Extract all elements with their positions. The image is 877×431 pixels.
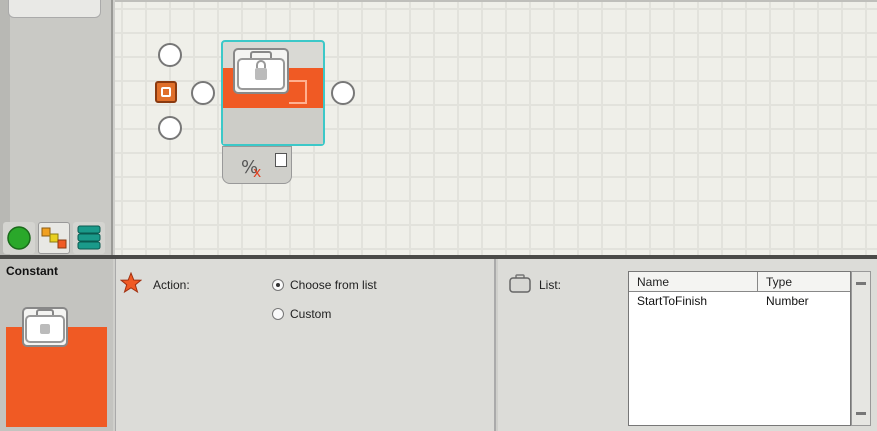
column-header-type[interactable]: Type	[758, 272, 850, 292]
constant-block[interactable]	[221, 40, 325, 146]
blocks-icon	[41, 227, 67, 249]
svg-text:x: x	[253, 165, 261, 179]
row-name-cell: StartToFinish	[637, 294, 708, 308]
percent-x-icon: % x	[241, 157, 261, 179]
tab-custom-palette[interactable]	[73, 222, 105, 254]
palette-divider	[0, 0, 10, 258]
sequence-plug-top[interactable]	[158, 43, 182, 67]
choose-from-list-radio[interactable]	[272, 279, 284, 291]
start-point[interactable]	[155, 81, 177, 103]
green-circle-icon	[7, 226, 31, 250]
palette-tabs	[3, 222, 111, 254]
briefcase-icon	[22, 307, 68, 347]
custom-radio[interactable]	[272, 308, 284, 320]
start-point-icon	[161, 87, 171, 97]
briefcase-icon	[233, 48, 289, 94]
output-plug[interactable]	[275, 153, 287, 167]
action-star-icon	[120, 272, 142, 294]
custom-label[interactable]: Custom	[290, 307, 331, 321]
sequence-plug-bottom[interactable]	[158, 116, 182, 140]
block-palette	[0, 0, 113, 258]
row-type-cell: Number	[766, 294, 809, 308]
choose-from-list-label[interactable]: Choose from list	[290, 278, 377, 292]
palette-block-item[interactable]	[8, 0, 101, 18]
sequence-beam-in[interactable]	[191, 81, 215, 105]
nxt-program-window: % x Constant Action: Choose from list Cu…	[0, 0, 877, 431]
stack-icon	[77, 225, 101, 250]
briefcase-icon	[509, 274, 531, 293]
block-lower-panel	[223, 108, 323, 144]
tab-common-palette[interactable]	[3, 222, 35, 254]
scroll-up-icon[interactable]: ▬	[854, 276, 868, 290]
list-label: List:	[539, 278, 562, 292]
block-notch	[289, 80, 307, 104]
constants-list-table[interactable]: Name Type StartToFinish Number	[628, 271, 851, 426]
action-label: Action:	[153, 278, 190, 292]
scroll-down-icon[interactable]: ▬	[854, 406, 868, 420]
data-hub[interactable]: % x	[222, 146, 292, 184]
tab-complete-palette[interactable]	[38, 222, 70, 254]
config-block-title: Constant	[6, 264, 58, 278]
column-header-name[interactable]: Name	[629, 272, 758, 292]
list-scrollbar[interactable]: ▬ ▬	[851, 271, 871, 426]
sequence-beam-out[interactable]	[331, 81, 355, 105]
